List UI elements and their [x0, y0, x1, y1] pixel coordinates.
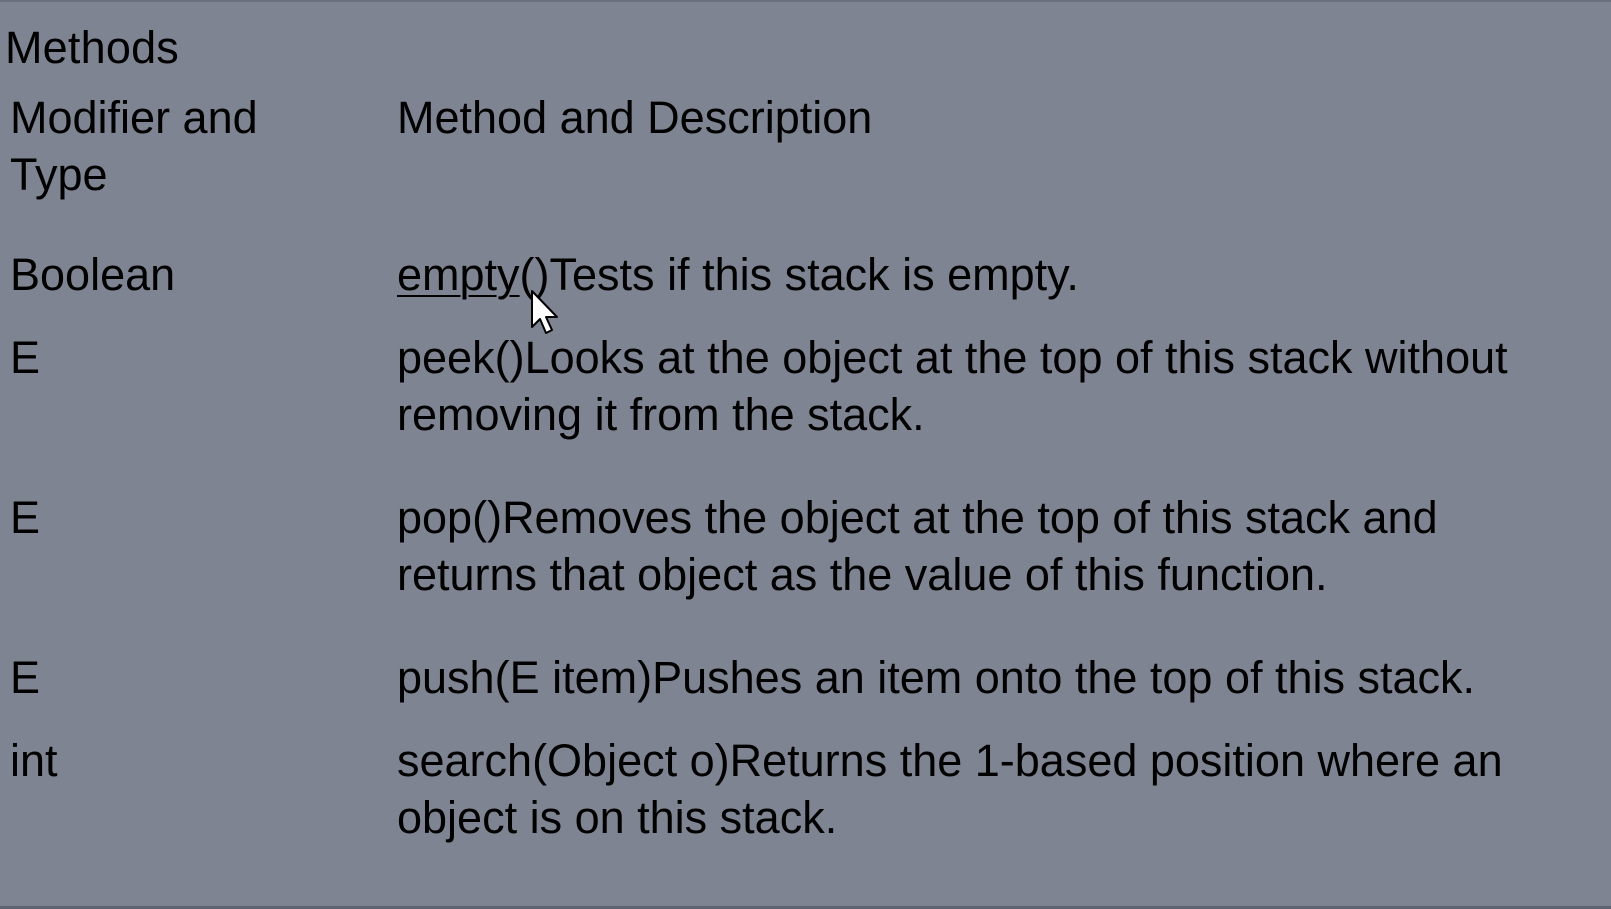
method-name-search: search(Object o): [397, 735, 730, 786]
method-description-continued: removing it from the stack.: [397, 389, 925, 440]
method-name-pop: pop(): [397, 492, 503, 543]
method-description: Tests if this stack is empty.: [549, 249, 1079, 300]
section-heading: Methods: [5, 22, 179, 73]
method-link-empty[interactable]: empty: [397, 249, 520, 300]
method-description: Removes the object at the top of this st…: [502, 492, 1438, 543]
method-line: search(Object o)Returns the 1-based posi…: [397, 732, 1597, 789]
slide: Methods Modifier and Type Method and Des…: [0, 0, 1611, 909]
method-line: pop()Removes the object at the top of th…: [397, 489, 1597, 546]
row-type-cell: E: [10, 332, 41, 383]
method-description: Returns the 1-based position where an: [729, 735, 1503, 786]
method-description: Looks at the object at the top of this s…: [524, 332, 1508, 383]
method-name-push: push(E item): [397, 652, 653, 703]
method-line: peek()Looks at the object at the top of …: [397, 329, 1597, 386]
row-method-cell: search(Object o)Returns the 1-based posi…: [397, 732, 1597, 846]
row-type-cell: E: [10, 652, 41, 703]
column-header-modifier-type: Modifier and Type: [10, 89, 350, 203]
row-method-cell: pop()Removes the object at the top of th…: [397, 489, 1597, 603]
column-header-line: Modifier and: [10, 92, 258, 143]
row-method-cell: peek()Looks at the object at the top of …: [397, 329, 1597, 443]
method-description-continued: object is on this stack.: [397, 792, 838, 843]
method-name-peek: peek(): [397, 332, 525, 383]
row-type-cell: int: [10, 735, 58, 786]
row-type-cell: E: [10, 492, 41, 543]
row-method-cell: empty()Tests if this stack is empty.: [397, 246, 1597, 303]
column-header-line: Type: [10, 149, 108, 200]
method-description: Pushes an item onto the top of this stac…: [652, 652, 1476, 703]
column-header-method-description: Method and Description: [397, 92, 873, 143]
mouse-pointer-icon: [531, 290, 558, 334]
method-description-continued: returns that object as the value of this…: [397, 549, 1328, 600]
row-type-cell: Boolean: [10, 249, 176, 300]
row-method-cell: push(E item)Pushes an item onto the top …: [397, 649, 1597, 706]
